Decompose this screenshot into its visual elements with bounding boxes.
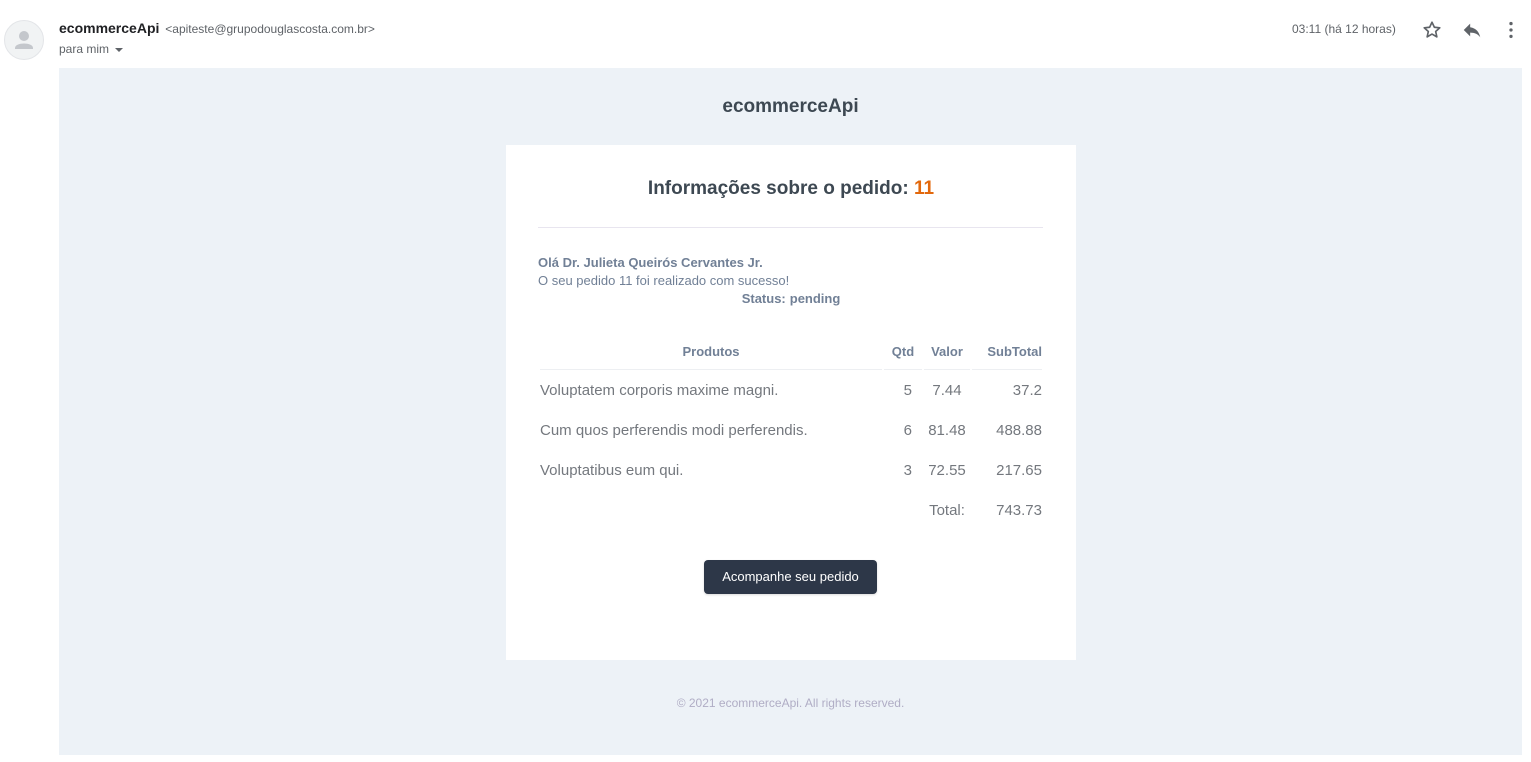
header-value: Valor — [924, 335, 970, 370]
sender-name[interactable]: ecommerceApi — [59, 20, 159, 36]
greeting: Olá Dr. Julieta Queirós Cervantes Jr. — [538, 255, 763, 270]
reply-icon[interactable] — [1461, 19, 1483, 41]
product-value: 7.44 — [932, 381, 962, 399]
product-qty: 5 — [903, 381, 912, 399]
order-message: O seu pedido 11 foi realizado com sucess… — [538, 273, 790, 288]
email-body: ecommerceApi Informações sobre o pedido:… — [59, 68, 1522, 755]
total-label: Total: — [929, 501, 965, 519]
order-status: Status: pending — [506, 291, 1076, 306]
table-row: Cum quos perferendis modi perferendis. 6… — [540, 410, 1042, 450]
product-qty: 6 — [903, 421, 912, 439]
email-footer: © 2021 ecommerceApi. All rights reserved… — [676, 696, 905, 710]
product-subtotal: 217.65 — [996, 461, 1042, 479]
product-name: Voluptatem corporis maxime magni. — [540, 381, 779, 399]
email-header: ecommerceApi <apiteste@grupodouglascosta… — [0, 0, 1531, 68]
more-vert-icon[interactable] — [1500, 19, 1522, 41]
divider — [538, 227, 1043, 228]
sender-line: ecommerceApi <apiteste@grupodouglascosta… — [59, 20, 375, 36]
product-value: 72.55 — [928, 461, 966, 479]
total-value: 743.73 — [996, 501, 1042, 519]
brand-title[interactable]: ecommerceApi — [59, 96, 1522, 118]
recipient-dropdown[interactable]: para mim — [59, 42, 124, 56]
header-subtotal: SubTotal — [972, 335, 1042, 370]
product-name: Voluptatibus eum qui. — [540, 461, 684, 479]
status-label: Status: — [741, 291, 786, 306]
order-title-prefix: Informações sobre o pedido: — [647, 178, 909, 199]
header-qty: Qtd — [884, 335, 922, 370]
product-name: Cum quos perferendis modi perferendis. — [540, 421, 808, 439]
order-card: Informações sobre o pedido: 11 Olá Dr. J… — [506, 145, 1076, 660]
total-row: Total: 743.73 — [540, 490, 1042, 530]
product-qty: 3 — [903, 461, 912, 479]
order-title: Informações sobre o pedido: 11 — [506, 178, 1076, 200]
star-icon[interactable] — [1421, 19, 1443, 41]
caret-down-icon — [115, 47, 124, 52]
product-value: 81.48 — [928, 421, 966, 439]
table-row: Voluptatibus eum qui. 3 72.55 217.65 — [540, 450, 1042, 490]
track-order-button[interactable]: Acompanhe seu pedido — [704, 560, 877, 594]
status-value: pending — [789, 291, 841, 306]
product-subtotal: 37.2 — [1012, 381, 1042, 399]
order-number: 11 — [913, 178, 935, 199]
header-products: Produtos — [540, 335, 882, 370]
email-date: 03:11 (há 12 horas) — [1292, 22, 1396, 36]
sender-email: <apiteste@grupodouglascosta.com.br> — [165, 22, 375, 36]
table-row: Voluptatem corporis maxime magni. 5 7.44… — [540, 370, 1042, 410]
product-subtotal: 488.88 — [996, 421, 1042, 439]
avatar-icon[interactable] — [4, 20, 44, 60]
products-table: Produtos Qtd Valor SubTotal Voluptatem c… — [538, 335, 1044, 530]
table-header-row: Produtos Qtd Valor SubTotal — [540, 335, 1042, 370]
recipient-label: para mim — [59, 42, 110, 56]
